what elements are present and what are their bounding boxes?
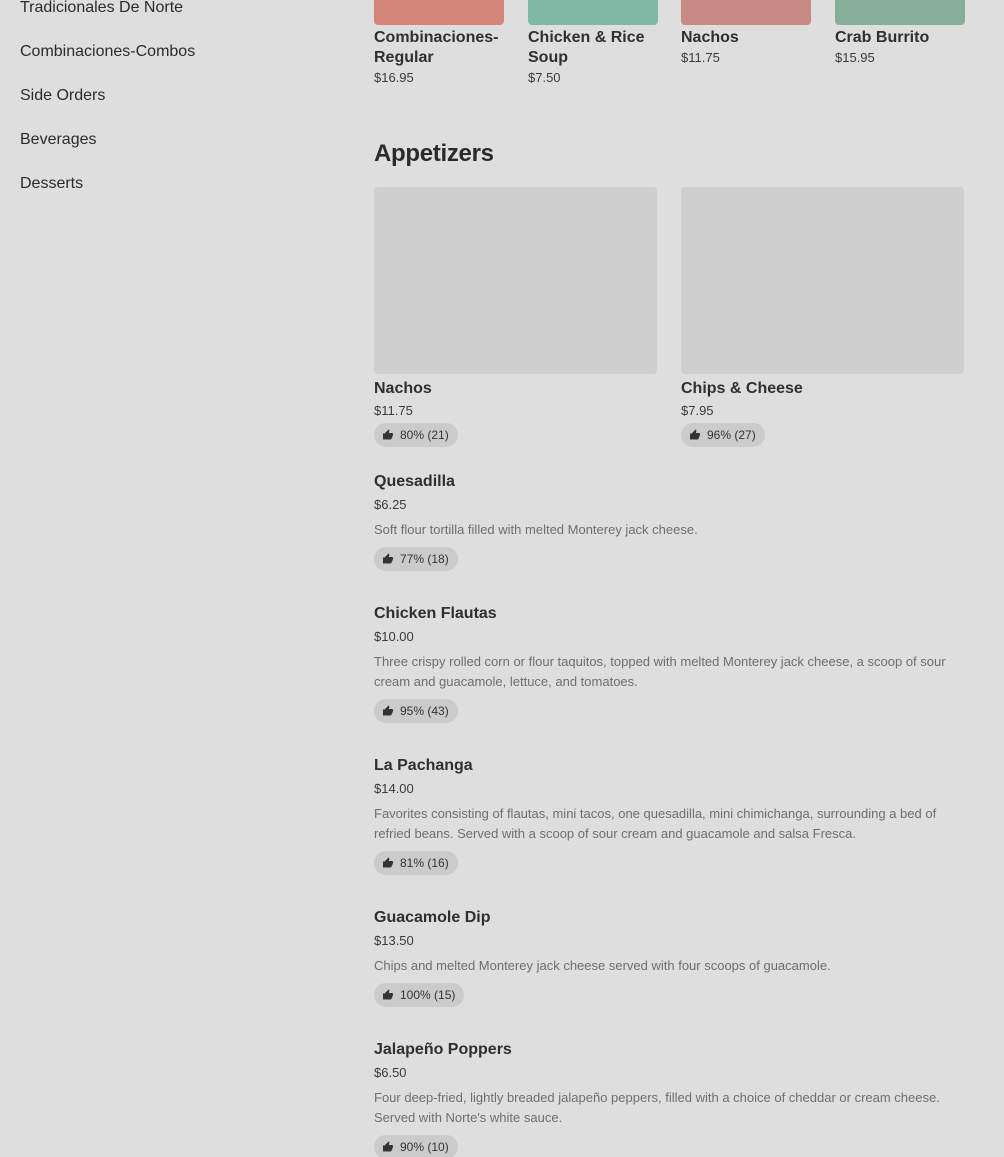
category-sidebar: Tradicionales De Norte Combinaciones-Com… xyxy=(20,0,320,212)
item-name: La Pachanga xyxy=(374,757,473,774)
item-image xyxy=(374,187,657,374)
menu-list-item[interactable]: Quesadilla $6.25 Soft flour tortilla fil… xyxy=(374,472,964,571)
sidebar-item-beverages[interactable]: Beverages xyxy=(20,124,320,168)
featured-item-card[interactable]: Nachos $11.75 80% (21) xyxy=(374,187,657,447)
item-price: $15.95 xyxy=(835,50,875,65)
item-description: Four deep-fried, lightly breaded jalapeñ… xyxy=(374,1090,940,1125)
rating-text: 81% (16) xyxy=(400,856,449,870)
rating-badge: 80% (21) xyxy=(374,423,458,447)
item-image xyxy=(835,0,965,25)
thumbs-up-icon xyxy=(383,1141,393,1152)
section-title: Appetizers xyxy=(374,140,494,167)
item-price: $7.50 xyxy=(528,70,561,85)
thumbs-up-icon xyxy=(690,429,700,440)
item-name: Nachos xyxy=(374,380,432,397)
menu-list-item[interactable]: La Pachanga $14.00 Favorites consisting … xyxy=(374,756,964,875)
sidebar-item-combinaciones-combos[interactable]: Combinaciones-Combos xyxy=(20,36,320,80)
menu-main: Combinaciones-Regular $16.95 Chicken & R… xyxy=(374,0,965,1157)
item-price: $13.50 xyxy=(374,933,414,948)
item-price: $6.25 xyxy=(374,497,407,512)
item-image xyxy=(528,0,658,25)
rating-text: 95% (43) xyxy=(400,704,449,718)
rating-text: 90% (10) xyxy=(400,1140,449,1154)
item-name: Guacamole Dip xyxy=(374,909,491,926)
item-name: Nachos xyxy=(681,29,739,46)
sidebar-item-side-orders[interactable]: Side Orders xyxy=(20,80,320,124)
menu-list-item[interactable]: Chicken Flautas $10.00 Three crispy roll… xyxy=(374,604,964,723)
item-description: Favorites consisting of flautas, mini ta… xyxy=(374,806,937,841)
menu-list-item[interactable]: Jalapeño Poppers $6.50 Four deep-fried, … xyxy=(374,1040,964,1157)
rating-badge: 95% (43) xyxy=(374,699,458,723)
item-price: $14.00 xyxy=(374,781,414,796)
featured-item-card[interactable]: Chips & Cheese $7.95 96% (27) xyxy=(681,187,964,447)
item-name: Jalapeño Poppers xyxy=(374,1041,512,1058)
item-image xyxy=(374,0,504,25)
thumbs-up-icon xyxy=(383,553,393,564)
rating-badge: 90% (10) xyxy=(374,1135,458,1157)
item-description: Chips and melted Monterey jack cheese se… xyxy=(374,958,831,973)
item-image xyxy=(681,0,811,25)
popular-items-carousel: Combinaciones-Regular $16.95 Chicken & R… xyxy=(374,0,965,110)
item-image xyxy=(681,187,964,374)
item-price: $10.00 xyxy=(374,629,414,644)
item-price: $7.95 xyxy=(681,403,714,418)
sidebar-item-tradicionales[interactable]: Tradicionales De Norte xyxy=(20,0,320,36)
item-name: Combinaciones-Regular xyxy=(374,29,499,66)
item-description: Soft flour tortilla filled with melted M… xyxy=(374,522,698,537)
item-name: Chicken Flautas xyxy=(374,605,497,622)
rating-badge: 96% (27) xyxy=(681,423,765,447)
item-price: $6.50 xyxy=(374,1065,407,1080)
carousel-card[interactable]: Combinaciones-Regular $16.95 xyxy=(374,0,504,85)
item-name: Chicken & Rice Soup xyxy=(528,29,645,66)
sidebar-item-desserts[interactable]: Desserts xyxy=(20,168,320,212)
menu-list-item[interactable]: Guacamole Dip $13.50 Chips and melted Mo… xyxy=(374,908,964,1007)
thumbs-up-icon xyxy=(383,857,393,868)
item-name: Quesadilla xyxy=(374,473,455,490)
thumbs-up-icon xyxy=(383,989,393,1000)
item-description: Three crispy rolled corn or flour taquit… xyxy=(374,654,946,689)
carousel-card[interactable]: Crab Burrito $15.95 xyxy=(835,0,965,65)
rating-badge: 77% (18) xyxy=(374,547,458,571)
rating-badge: 81% (16) xyxy=(374,851,458,875)
rating-text: 77% (18) xyxy=(400,552,449,566)
rating-text: 100% (15) xyxy=(400,988,456,1002)
item-name: Crab Burrito xyxy=(835,29,930,46)
rating-badge: 100% (15) xyxy=(374,983,465,1007)
rating-text: 80% (21) xyxy=(400,428,449,442)
item-price: $11.75 xyxy=(681,50,720,65)
carousel-card[interactable]: Chicken & Rice Soup $7.50 xyxy=(528,0,658,85)
item-price: $11.75 xyxy=(374,403,413,418)
thumbs-up-icon xyxy=(383,705,393,716)
item-name: Chips & Cheese xyxy=(681,380,803,397)
item-price: $16.95 xyxy=(374,70,414,85)
thumbs-up-icon xyxy=(383,429,393,440)
carousel-card[interactable]: Nachos $11.75 xyxy=(681,0,811,65)
rating-text: 96% (27) xyxy=(707,428,756,442)
